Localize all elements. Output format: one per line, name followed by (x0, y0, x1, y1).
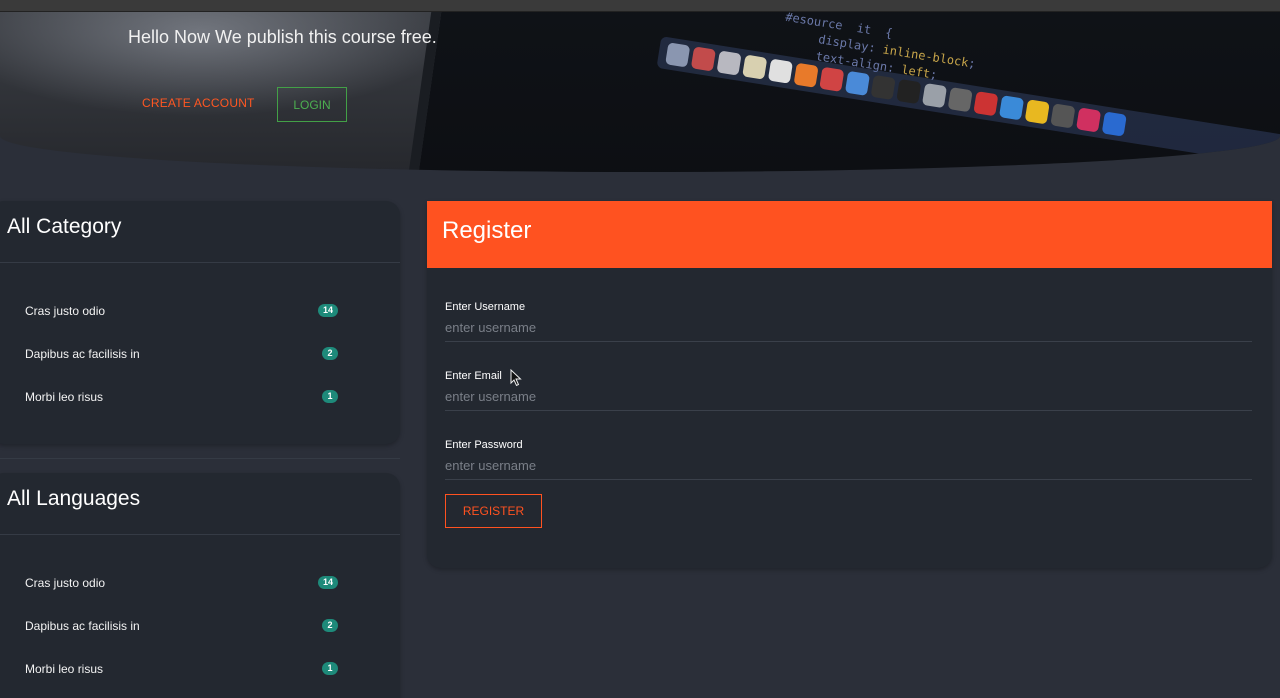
language-item-label: Dapibus ac facilisis in (25, 618, 140, 633)
mouse-cursor-icon (510, 369, 522, 387)
category-item-label: Cras justo odio (25, 303, 106, 318)
category-item[interactable]: Cras justo odio 14 (0, 289, 400, 332)
category-panel-title: All Category (0, 201, 400, 263)
language-item-label: Cras justo odio (25, 575, 106, 590)
email-input[interactable] (445, 389, 1252, 411)
language-item[interactable]: Morbi leo risus 1 (0, 647, 400, 690)
login-button[interactable]: LOGIN (277, 87, 347, 122)
username-field-group: Enter Username (445, 301, 1252, 342)
category-item-label: Morbi leo risus (25, 389, 104, 404)
register-title: Register (427, 201, 1272, 268)
category-item-label: Dapibus ac facilisis in (25, 346, 140, 361)
count-badge: 1 (322, 390, 338, 403)
email-field-group: Enter Email (445, 370, 1252, 411)
language-item[interactable]: Dapibus ac facilisis in 2 (0, 604, 400, 647)
section-divider (0, 458, 400, 459)
hero-banner: #esource it { display: inline-block; tex… (0, 12, 1280, 172)
count-badge: 14 (317, 576, 338, 589)
category-list: Cras justo odio 14 Dapibus ac facilisis … (0, 263, 400, 418)
category-item[interactable]: Dapibus ac facilisis in 2 (0, 332, 400, 375)
category-panel: All Category Cras justo odio 14 Dapibus … (0, 201, 400, 444)
username-label: Enter Username (445, 301, 526, 313)
password-field-group: Enter Password (445, 439, 1252, 480)
languages-list: Cras justo odio 14 Dapibus ac facilisis … (0, 535, 400, 690)
category-item[interactable]: Morbi leo risus 1 (0, 375, 400, 418)
count-badge: 2 (322, 347, 338, 360)
browser-top-strip (0, 0, 1280, 12)
register-card: Register Enter Username Enter Email Ente… (427, 201, 1272, 568)
password-input[interactable] (445, 458, 1252, 480)
create-account-button[interactable]: CREATE ACCOUNT (142, 96, 255, 110)
count-badge: 1 (322, 662, 338, 675)
username-input[interactable] (445, 320, 1252, 342)
register-button[interactable]: REGISTER (445, 494, 542, 528)
hero-tagline: Hello Now We publish this course free. (128, 27, 437, 47)
email-label: Enter Email (445, 370, 502, 382)
count-badge: 14 (317, 304, 338, 317)
language-item-label: Morbi leo risus (25, 661, 104, 676)
languages-panel-title: All Languages (0, 473, 400, 535)
password-label: Enter Password (445, 439, 523, 451)
count-badge: 2 (322, 619, 338, 632)
languages-panel: All Languages Cras justo odio 14 Dapibus… (0, 473, 400, 698)
language-item[interactable]: Cras justo odio 14 (0, 561, 400, 604)
